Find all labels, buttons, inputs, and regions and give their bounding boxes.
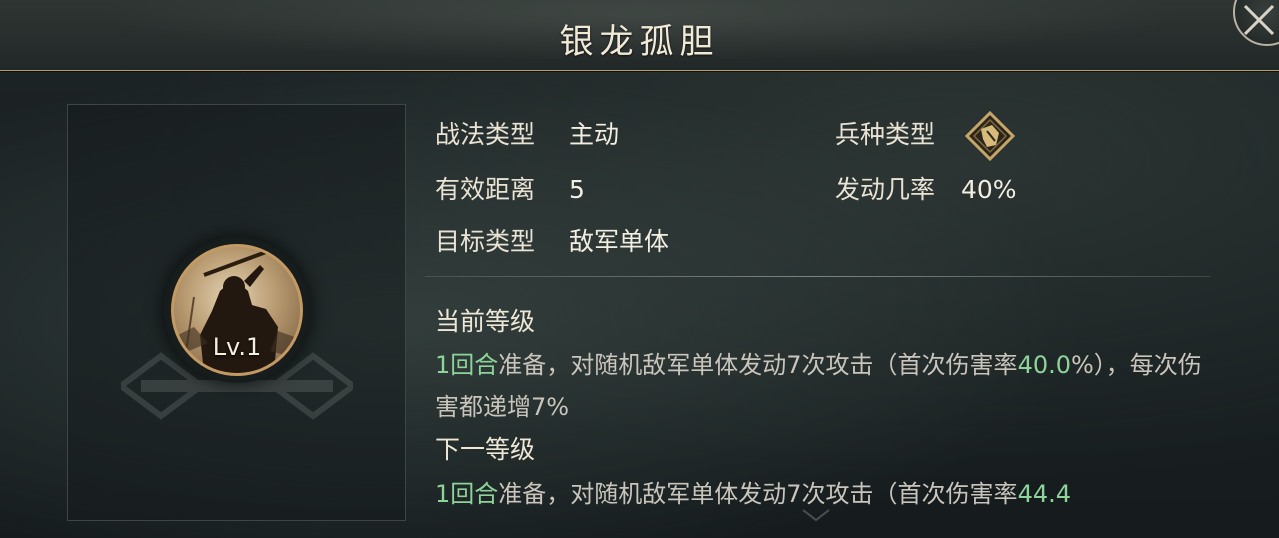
- skill-type-label: 战法类型: [435, 120, 536, 149]
- title-bar: 银龙孤胆: [0, 0, 1279, 71]
- next-level-title: 下一等级: [435, 435, 536, 464]
- divider: [425, 276, 1210, 277]
- target-type-label: 目标类型: [435, 227, 536, 256]
- skill-icon-frame: Lv.1: [164, 237, 310, 383]
- troop-type-label: 兵种类型: [835, 120, 936, 149]
- trigger-rate-label: 发动几率: [835, 175, 936, 204]
- cavalry-icon: [965, 111, 1015, 161]
- trigger-rate-value: 40%: [961, 175, 1017, 204]
- warrior-icon[interactable]: Lv.1: [171, 244, 303, 376]
- current-level-description: 1回合准备，对随机敌军单体发动7次攻击（首次伤害率40.0%），每次伤害都递增7…: [435, 351, 1202, 421]
- prep-rounds: 1回合: [435, 351, 499, 379]
- current-level-title: 当前等级: [435, 307, 536, 336]
- skill-title: 银龙孤胆: [559, 22, 720, 62]
- range-value: 5: [569, 175, 585, 204]
- damage-rate: 44.4: [1017, 480, 1071, 508]
- range-label: 有效距离: [435, 175, 536, 204]
- skill-level: Lv.1: [212, 333, 262, 361]
- prep-rounds: 1回合: [435, 480, 499, 508]
- damage-rate: 40.0: [1017, 351, 1071, 379]
- target-type-value: 敌军单体: [569, 227, 670, 256]
- skill-type-value: 主动: [569, 120, 620, 149]
- scroll-down-icon: [802, 509, 830, 522]
- close-icon: [1243, 4, 1275, 36]
